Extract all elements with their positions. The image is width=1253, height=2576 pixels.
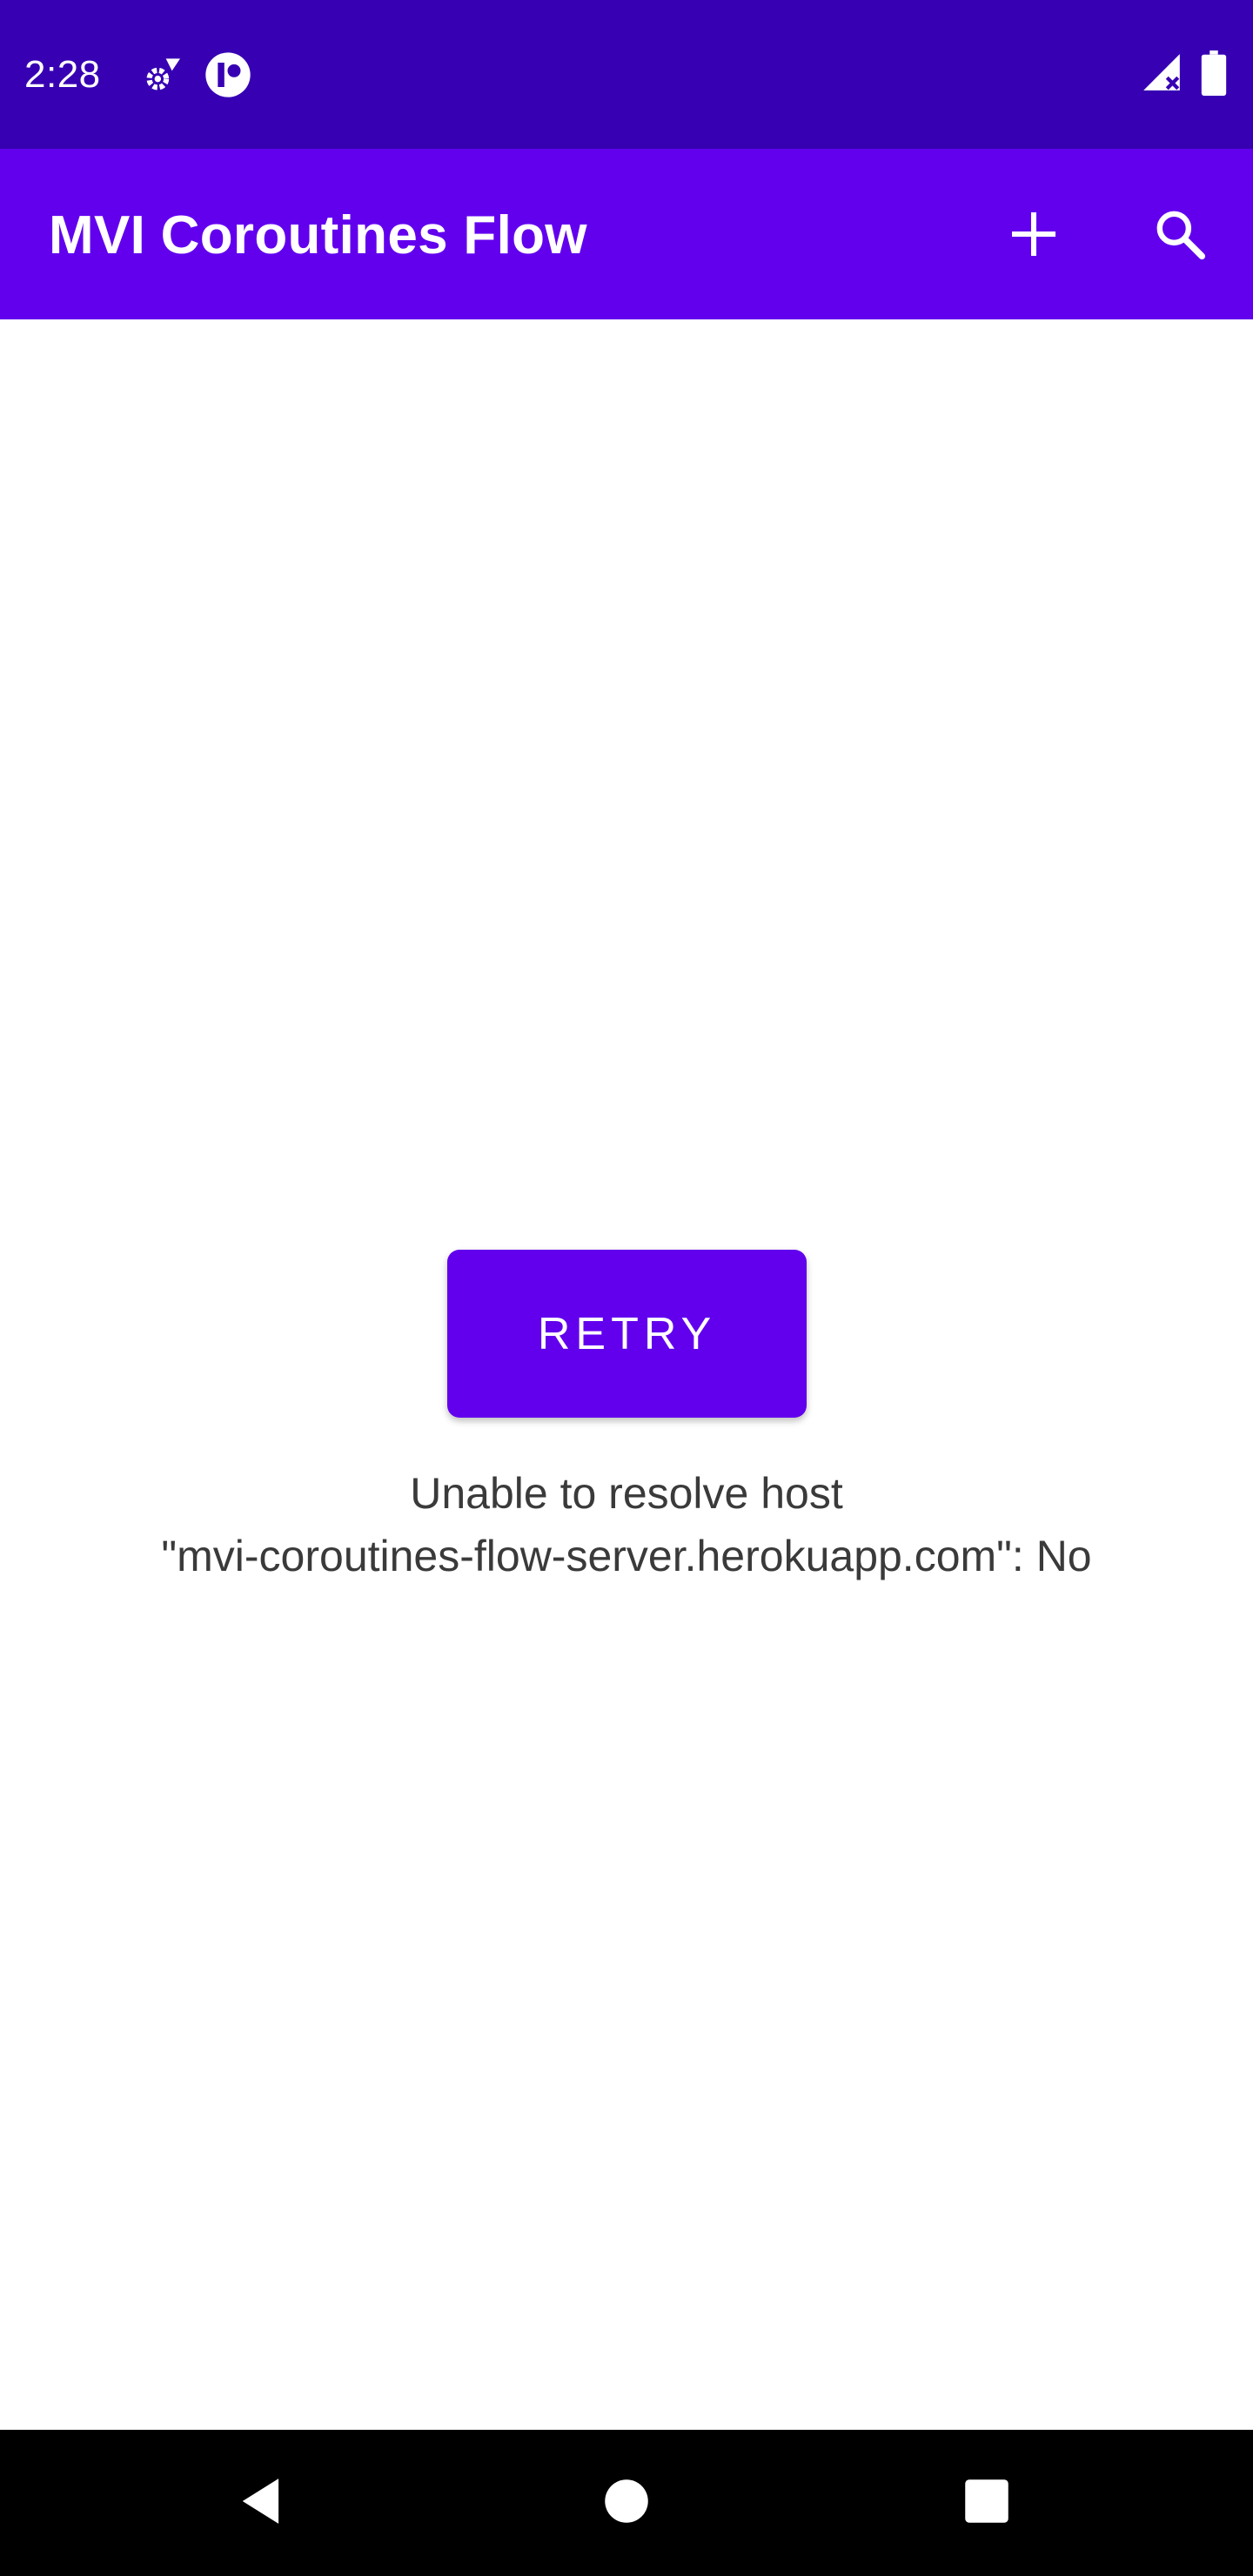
retry-button[interactable]: RETRY <box>447 1250 807 1418</box>
search-icon <box>1152 206 1208 266</box>
app-notification-icon <box>204 50 252 104</box>
home-button[interactable] <box>583 2459 670 2546</box>
status-bar: 2:28 <box>0 0 1253 149</box>
search-button[interactable] <box>1140 196 1220 276</box>
add-button[interactable] <box>994 196 1074 276</box>
back-icon <box>236 2474 290 2532</box>
error-message-line-1: Unable to resolve host <box>410 1469 843 1518</box>
app-title: MVI Coroutines Flow <box>49 205 587 265</box>
back-button[interactable] <box>219 2459 306 2546</box>
error-message-line-2: "mvi-coroutines-flow-server.herokuapp.co… <box>161 1532 1092 1580</box>
recents-icon <box>963 2478 1010 2529</box>
signal-no-connection-icon <box>1140 50 1183 98</box>
home-icon <box>603 2478 650 2529</box>
status-time: 2:28 <box>24 53 101 96</box>
recents-button[interactable] <box>943 2459 1030 2546</box>
battery-icon <box>1201 50 1227 100</box>
settings-gear-icon <box>137 50 186 104</box>
navigation-bar <box>0 2430 1253 2576</box>
app-bar: MVI Coroutines Flow <box>0 149 1253 319</box>
error-message: Unable to resolve host "mvi-coroutines-f… <box>52 1462 1201 1587</box>
add-icon <box>1008 208 1060 265</box>
